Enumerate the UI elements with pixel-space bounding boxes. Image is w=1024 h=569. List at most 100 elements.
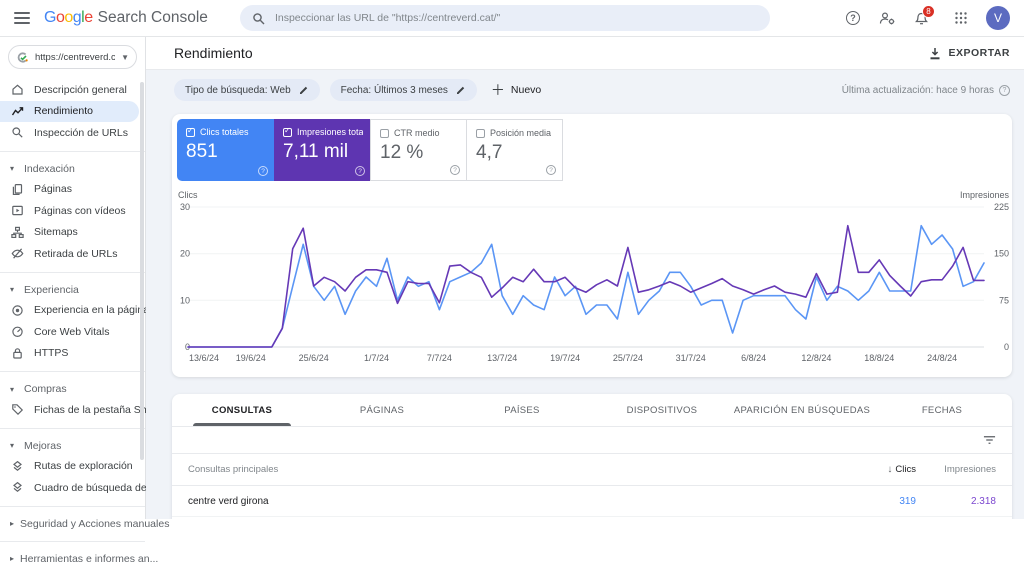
tab-consultas[interactable]: CONSULTAS	[172, 394, 312, 426]
help-circle-icon[interactable]: ?	[355, 166, 365, 176]
checkbox-ctr[interactable]	[380, 129, 389, 138]
metric-card-posicion[interactable]: Posición media 4,7 ?	[466, 119, 563, 181]
sidebar-item-cuadro-busqueda[interactable]: Cuadro de búsqueda de...	[0, 477, 139, 499]
page-experience-icon	[11, 304, 24, 317]
sidebar-item-https[interactable]: HTTPS	[0, 343, 139, 365]
sidebar-item-inspeccion-urls[interactable]: Inspección de URLs	[0, 122, 139, 144]
svg-text:Impresiones: Impresiones	[960, 190, 1010, 200]
top-app-bar: Google Search Console ? 8	[0, 0, 1024, 37]
metric-card-clics-totales[interactable]: Clics totales 851 ?	[177, 119, 274, 181]
page-title: Rendimiento	[174, 45, 253, 61]
query-cell[interactable]: centre verd girona	[172, 496, 806, 507]
help-circle-icon[interactable]: ?	[450, 165, 460, 175]
clicks-cell: 319	[806, 496, 916, 507]
property-selector[interactable]: https://centreverd.c... ▼	[8, 45, 137, 69]
sidebar-item-descripcion-general[interactable]: Descripción general	[0, 79, 139, 101]
svg-text:1/7/24: 1/7/24	[364, 353, 389, 363]
sort-descending-icon: ↓	[887, 464, 892, 475]
checkbox-posicion[interactable]	[476, 129, 485, 138]
section-mejoras[interactable]: ▾ Mejoras	[0, 436, 145, 456]
sidebar-item-paginas-con-videos[interactable]: Páginas con vídeos	[0, 200, 139, 222]
checkbox-clics[interactable]	[186, 128, 195, 137]
url-inspection-searchbox[interactable]	[240, 5, 770, 31]
sidebar-item-sitemaps[interactable]: Sitemaps	[0, 222, 139, 244]
breadcrumbs-icon	[11, 460, 24, 473]
help-circle-icon[interactable]: ?	[999, 85, 1010, 96]
section-herramientas-antiguas[interactable]: ▸ Herramientas e informes an...	[0, 549, 145, 569]
user-settings-icon[interactable]	[878, 9, 896, 27]
sidebar-item-paginas[interactable]: Páginas	[0, 179, 139, 201]
sidebar-item-experiencia-pagina[interactable]: Experiencia en la página	[0, 300, 139, 322]
help-icon[interactable]: ?	[844, 9, 862, 27]
account-avatar[interactable]: V	[986, 6, 1010, 30]
divider	[0, 272, 145, 273]
svg-text:7/7/24: 7/7/24	[427, 353, 452, 363]
search-input[interactable]	[275, 12, 758, 24]
svg-text:12/8/24: 12/8/24	[801, 353, 831, 363]
new-filter-button[interactable]: ＋ Nuevo	[491, 80, 541, 100]
date-filter-chip[interactable]: Fecha: Últimos 3 meses	[330, 79, 477, 101]
dimensions-table-card: CONSULTAS PÁGINAS PAÍSES DISPOSITIVOS AP…	[172, 394, 1012, 519]
svg-text:13/6/24: 13/6/24	[189, 353, 219, 363]
app-logo[interactable]: Google Search Console	[44, 9, 208, 27]
metric-value: 851	[186, 141, 266, 163]
pages-icon	[11, 183, 24, 196]
tab-paginas[interactable]: PÁGINAS	[312, 394, 452, 426]
metric-value: 4,7	[476, 142, 554, 164]
sidebar-item-core-web-vitals[interactable]: Core Web Vitals	[0, 321, 139, 343]
table-row[interactable]: centre verd girona 319 2.318	[172, 486, 1012, 517]
svg-text:25/6/24: 25/6/24	[299, 353, 329, 363]
section-experiencia[interactable]: ▾ Experiencia	[0, 280, 145, 300]
column-header-consultas[interactable]: Consultas principales	[172, 464, 806, 475]
tab-paises[interactable]: PAÍSES	[452, 394, 592, 426]
metric-cards-row: Clics totales 851 ? Impresiones total...…	[172, 114, 1012, 181]
section-seguridad-acciones[interactable]: ▸ Seguridad y Acciones manuales	[0, 514, 145, 534]
search-type-filter-chip[interactable]: Tipo de búsqueda: Web	[174, 79, 320, 101]
caret-down-icon: ▾	[10, 441, 18, 450]
svg-text:150: 150	[994, 249, 1009, 259]
tab-fechas[interactable]: FECHAS	[872, 394, 1012, 426]
tab-dispositivos[interactable]: DISPOSITIVOS	[592, 394, 732, 426]
hamburger-menu-icon[interactable]	[14, 12, 30, 24]
section-indexacion[interactable]: ▾ Indexación	[0, 159, 145, 179]
edit-pencil-icon	[456, 85, 466, 95]
sidebar-navigation: https://centreverd.c... ▼ Descripción ge…	[0, 37, 146, 519]
checkbox-impresiones[interactable]	[283, 128, 292, 137]
column-header-impresiones[interactable]: Impresiones	[916, 464, 1012, 475]
help-circle-icon[interactable]: ?	[546, 165, 556, 175]
line-chart[interactable]: ClicsImpresiones010203007515022513/6/241…	[172, 186, 1012, 376]
main-content: Rendimiento EXPORTAR Tipo de búsqueda: W…	[146, 37, 1024, 519]
search-icon	[252, 12, 265, 25]
table-filter-row	[172, 427, 1012, 454]
google-logo: Google	[44, 9, 93, 27]
divider	[0, 428, 145, 429]
section-compras[interactable]: ▾ Compras	[0, 379, 145, 399]
speedometer-icon	[11, 325, 24, 338]
sidebar-item-rutas-exploracion[interactable]: Rutas de exploración	[0, 456, 139, 478]
sidebar-item-rendimiento[interactable]: Rendimiento	[0, 101, 139, 123]
svg-text:19/6/24: 19/6/24	[236, 353, 266, 363]
price-tag-icon	[11, 403, 24, 416]
export-button[interactable]: EXPORTAR	[929, 47, 1010, 60]
help-circle-icon[interactable]: ?	[258, 166, 268, 176]
google-apps-grid-icon[interactable]	[952, 9, 970, 27]
site-favicon	[16, 51, 29, 64]
svg-text:10: 10	[180, 295, 190, 305]
metric-value: 12 %	[380, 142, 458, 164]
notifications-bell-icon[interactable]: 8	[912, 9, 930, 27]
tab-aparicion[interactable]: APARICIÓN EN BÚSQUEDAS	[732, 394, 872, 426]
caret-right-icon: ▸	[10, 554, 14, 563]
column-header-clics[interactable]: ↓Clics	[806, 464, 916, 475]
svg-text:75: 75	[999, 295, 1009, 305]
svg-text:25/7/24: 25/7/24	[613, 353, 643, 363]
sidebar-item-fichas-shopping[interactable]: Fichas de la pestaña Sh...	[0, 399, 139, 421]
metric-card-ctr[interactable]: CTR medio 12 % ?	[370, 119, 467, 181]
metric-card-impresiones[interactable]: Impresiones total... 7,11 mil ?	[274, 119, 371, 181]
sitemaps-icon	[11, 226, 24, 239]
sidebar-scrollbar[interactable]	[140, 82, 144, 460]
performance-chart-icon	[11, 105, 24, 118]
sidebar-item-retirada-urls[interactable]: Retirada de URLs	[0, 243, 139, 265]
divider	[0, 371, 145, 372]
chevron-down-icon: ▼	[121, 53, 129, 62]
filter-list-icon[interactable]	[983, 434, 996, 446]
